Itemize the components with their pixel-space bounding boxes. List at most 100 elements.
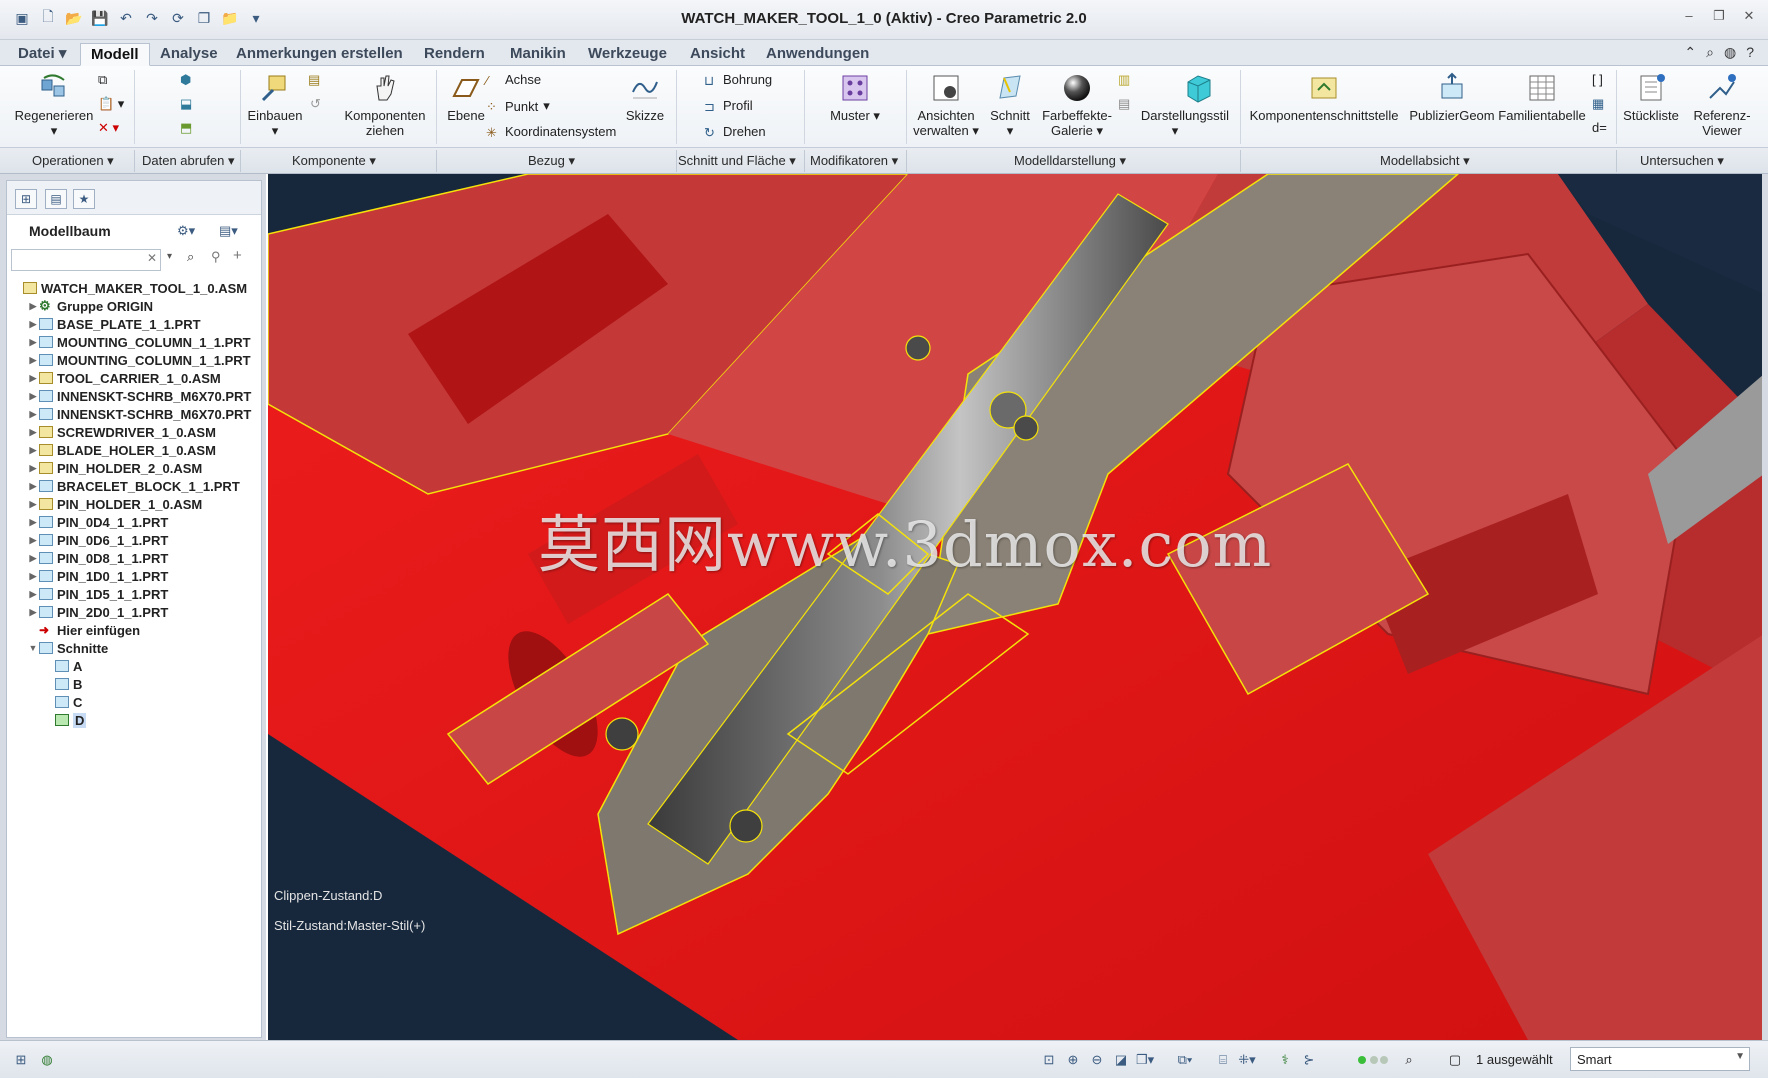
- favorites-tab-icon[interactable]: ★: [73, 189, 95, 209]
- zoom-out-icon[interactable]: ⊖: [1088, 1051, 1106, 1069]
- tab-manikin[interactable]: Manikin: [500, 43, 576, 66]
- tree-item[interactable]: ▶ BASE_PLATE_1_1.PRT: [11, 315, 259, 333]
- tree-item[interactable]: ▶ PIN_2D0_1_1.PRT: [11, 603, 259, 621]
- tree-search-input[interactable]: [11, 249, 161, 271]
- group-untersuchen[interactable]: Untersuchen ▾: [1640, 153, 1724, 169]
- tree-item[interactable]: ▶ ⚙ Gruppe ORIGIN: [11, 297, 259, 315]
- search-icon[interactable]: ⌕: [1706, 44, 1714, 61]
- tab-rendern[interactable]: Rendern: [414, 43, 495, 66]
- schnitt-button[interactable]: Schnitt ▾: [980, 72, 1040, 138]
- expand-right-icon[interactable]: ▶: [27, 517, 39, 528]
- toggle-navigator-icon[interactable]: ⊞: [12, 1051, 30, 1069]
- tree-item[interactable]: ▶ MOUNTING_COLUMN_1_1.PRT: [11, 351, 259, 369]
- tab-datei[interactable]: Datei ▾: [8, 43, 76, 66]
- search-dropdown-icon[interactable]: ▾: [167, 251, 172, 262]
- help-icon[interactable]: ?: [1746, 44, 1754, 61]
- tree-item[interactable]: ▶ TOOL_CARRIER_1_0.ASM: [11, 369, 259, 387]
- expand-right-icon[interactable]: ▶: [27, 535, 39, 546]
- expand-right-icon[interactable]: ▶: [27, 571, 39, 582]
- saved-orientations-icon[interactable]: ⧉▾: [1176, 1051, 1194, 1069]
- familientabelle-button[interactable]: Familientabelle: [1494, 72, 1590, 123]
- tree-item[interactable]: ▶ PIN_0D8_1_1.PRT: [11, 549, 259, 567]
- tree-item[interactable]: ▶ BLADE_HOLER_1_0.ASM: [11, 441, 259, 459]
- referenz-viewer-button[interactable]: Referenz-Viewer: [1684, 72, 1760, 138]
- selection-icon[interactable]: ▢: [1446, 1051, 1464, 1069]
- publiziergeom-button[interactable]: PublizierGeom: [1404, 72, 1500, 123]
- repaint-icon[interactable]: ◪: [1112, 1051, 1130, 1069]
- copy-icon[interactable]: ⧉: [98, 72, 107, 88]
- repeat-icon[interactable]: ↺: [310, 96, 321, 112]
- group-modelldarstellung[interactable]: Modelldarstellung ▾: [1014, 153, 1126, 169]
- tree-item[interactable]: ▶ BRACELET_BLOCK_1_1.PRT: [11, 477, 259, 495]
- regenerieren-button[interactable]: Regenerieren ▾: [10, 72, 98, 138]
- tree-item[interactable]: ➜ Hier einfügen: [11, 621, 259, 639]
- tree-item[interactable]: ▶ INNENSKT-SCHRB_M6X70.PRT: [11, 405, 259, 423]
- tab-anwendungen[interactable]: Anwendungen: [756, 43, 879, 66]
- darstellungsstil-button[interactable]: Darstellungsstil ▾: [1112, 72, 1238, 138]
- tab-ansicht[interactable]: Ansicht: [680, 43, 755, 66]
- expand-right-icon[interactable]: ▶: [27, 409, 39, 420]
- find-icon[interactable]: ⌕: [1400, 1051, 1418, 1069]
- expand-right-icon[interactable]: ▶: [27, 553, 39, 564]
- tree-item[interactable]: ▶ PIN_1D0_1_1.PRT: [11, 567, 259, 585]
- bohrung-button[interactable]: ⊔ Bohrung: [704, 72, 772, 88]
- show-columns-icon[interactable]: ▤▾: [219, 223, 238, 239]
- tree-item[interactable]: ▶ PIN_HOLDER_1_0.ASM: [11, 495, 259, 513]
- koordinatensystem-button[interactable]: ✳ Koordinatensystem: [486, 124, 616, 140]
- tab-werkzeuge[interactable]: Werkzeuge: [578, 43, 677, 66]
- group-operationen[interactable]: Operationen ▾: [32, 153, 114, 169]
- expand-right-icon[interactable]: ▶: [27, 481, 39, 492]
- display-style-status-icon[interactable]: ❒▾: [1136, 1051, 1154, 1069]
- settings-icon[interactable]: ⚙▾: [177, 223, 195, 239]
- tree-item[interactable]: ▼ Schnitte: [11, 639, 259, 657]
- parameters-icon[interactable]: ▦: [1592, 96, 1604, 112]
- group-bezug[interactable]: Bezug ▾: [528, 153, 575, 169]
- group-schnitt-und-flaeche[interactable]: Schnitt und Fläche ▾: [678, 153, 796, 169]
- maximize-icon[interactable]: ❐: [1712, 8, 1726, 24]
- expand-right-icon[interactable]: ▶: [27, 301, 39, 312]
- tree-item[interactable]: ▶ PIN_0D4_1_1.PRT: [11, 513, 259, 531]
- expand-right-icon[interactable]: ▶: [27, 499, 39, 510]
- group-komponente[interactable]: Komponente ▾: [292, 153, 376, 169]
- einbauen-button[interactable]: Einbauen ▾: [244, 72, 306, 138]
- create-component-icon[interactable]: ▤: [308, 72, 320, 88]
- expand-right-icon[interactable]: ▶: [27, 337, 39, 348]
- tree-item[interactable]: ▶ PIN_1D5_1_1.PRT: [11, 585, 259, 603]
- profil-button[interactable]: ⊐ Profil: [704, 98, 753, 114]
- zoom-in-icon[interactable]: ⊕: [1064, 1051, 1082, 1069]
- expand-right-icon[interactable]: ▶: [27, 319, 39, 330]
- paste-icon[interactable]: 📋 ▾: [98, 96, 124, 112]
- expand-right-icon[interactable]: ▶: [27, 427, 39, 438]
- merge-icon[interactable]: ⬓: [180, 96, 192, 112]
- expand-right-icon[interactable]: ▶: [27, 373, 39, 384]
- farbeffekte-galerie-button[interactable]: Farbeffekte-Galerie ▾: [1036, 72, 1118, 138]
- tab-analyse[interactable]: Analyse: [150, 43, 228, 66]
- view-manager-status-icon[interactable]: ⌸: [1214, 1051, 1232, 1069]
- expand-down-icon[interactable]: ▼: [27, 643, 39, 653]
- expand-right-icon[interactable]: ▶: [27, 463, 39, 474]
- datum-display-icon[interactable]: ⁜▾: [1238, 1051, 1256, 1069]
- stueckliste-button[interactable]: Stückliste: [1618, 72, 1684, 123]
- relations-icon[interactable]: [ ]: [1592, 72, 1603, 87]
- expand-right-icon[interactable]: ▶: [27, 355, 39, 366]
- expand-right-icon[interactable]: ▶: [27, 391, 39, 402]
- close-icon[interactable]: ✕: [1742, 8, 1756, 24]
- achse-button[interactable]: ⁄ Achse: [486, 72, 541, 88]
- skizze-button[interactable]: Skizze: [620, 72, 670, 123]
- shrinkwrap-icon[interactable]: ⬢: [180, 72, 191, 88]
- tree-item[interactable]: B: [11, 675, 259, 693]
- punkt-button[interactable]: ⁘ Punkt ▾: [486, 98, 550, 114]
- graphics-viewport[interactable]: 莫西网www.3dmox.com Clippen-Zustand:D Stil-…: [266, 174, 1762, 1040]
- tree-item[interactable]: A: [11, 657, 259, 675]
- group-daten-abrufen[interactable]: Daten abrufen ▾: [142, 153, 235, 169]
- expand-right-icon[interactable]: ▶: [27, 607, 39, 618]
- muster-button[interactable]: Muster ▾: [820, 72, 890, 123]
- group-modellabsicht[interactable]: Modellabsicht ▾: [1380, 153, 1470, 169]
- tab-modell[interactable]: Modell: [80, 43, 150, 66]
- toggle-browser-icon[interactable]: ◍: [38, 1051, 56, 1069]
- komponenten-ziehen-button[interactable]: Komponenten ziehen: [338, 72, 432, 138]
- group-modifikatoren[interactable]: Modifikatoren ▾: [810, 153, 898, 169]
- tree-item[interactable]: ▶ MOUNTING_COLUMN_1_1.PRT: [11, 333, 259, 351]
- drehen-button[interactable]: ↻ Drehen: [704, 124, 766, 140]
- clear-search-icon[interactable]: ✕: [147, 251, 157, 265]
